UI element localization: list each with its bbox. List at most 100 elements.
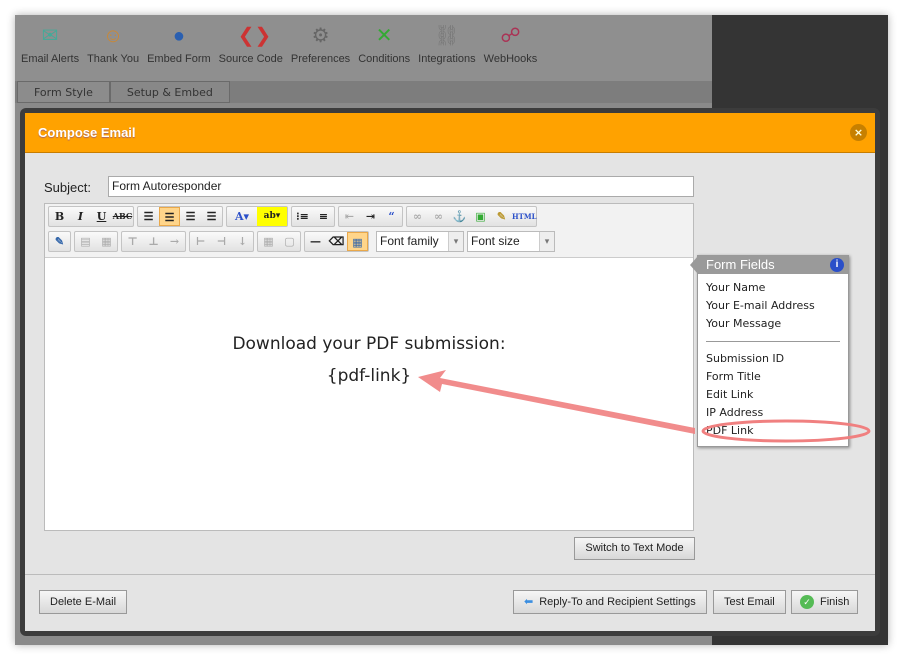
form-fields-title: Form Fields <box>706 257 775 272</box>
text-color-icon[interactable]: A▾ <box>227 207 257 226</box>
check-icon: ✓ <box>800 595 814 609</box>
insert-col-after-icon[interactable]: ⊣ <box>211 232 232 251</box>
form-field-item[interactable]: Your Name <box>698 279 848 297</box>
rich-text-editor: B I U ABC ☰ ☰ ☰ ☰ A▾ ab▾ ⁝≡ ≡ ⇤ ⇥ “ ∞ ∞ ⚓ ▣ ✎ HTML ✎ ▤ ▦… <box>44 203 694 531</box>
toolbar-email-alerts[interactable]: ✉ Email Alerts <box>17 15 83 81</box>
insert-col-before-icon[interactable]: ⊢ <box>190 232 211 251</box>
highlight-color-icon[interactable]: ab▾ <box>257 207 287 226</box>
globe-icon: ● <box>172 25 185 47</box>
form-fields-header: Form Fields i <box>690 256 848 274</box>
editor-content[interactable]: Download your PDF submission: {pdf-link} <box>45 257 693 530</box>
underline-icon[interactable]: U <box>91 207 112 226</box>
link-icon: ⛓ <box>434 25 460 47</box>
arrow-left-icon: ⬅ <box>524 596 534 608</box>
subject-label: Subject: <box>44 180 91 195</box>
align-center-icon[interactable]: ☰ <box>159 207 180 226</box>
toolbar-label: Thank You <box>87 53 140 65</box>
numbered-list-icon[interactable]: ≡ <box>313 207 334 226</box>
toolbar-label: Embed Form <box>147 53 211 65</box>
reply-label: Reply-To and Recipient Settings <box>539 596 696 608</box>
toolbar-embed-form[interactable]: ● Embed Form <box>143 15 215 81</box>
toolbar-preferences[interactable]: ⚙ Preferences <box>287 15 354 81</box>
finish-button[interactable]: ✓ Finish <box>791 590 859 614</box>
strikethrough-icon[interactable]: ABC <box>112 207 133 226</box>
tabs: Form Style Setup & Embed <box>15 81 712 103</box>
delete-label: Delete E-Mail <box>50 596 117 608</box>
form-field-item[interactable]: Your E-mail Address <box>698 297 848 315</box>
form-field-item[interactable]: Form Title <box>698 368 848 386</box>
toolbar-source-code[interactable]: ❮❯ Source Code <box>215 15 287 81</box>
form-field-item[interactable]: Edit Link <box>698 386 848 404</box>
form-field-item[interactable]: PDF Link <box>698 422 848 440</box>
form-field-item[interactable]: Submission ID <box>698 350 848 368</box>
html-icon[interactable]: HTML <box>512 207 537 226</box>
conditions-icon: ✕ <box>375 25 393 47</box>
toolbar-label: Source Code <box>218 53 283 65</box>
toolbar-webhooks[interactable]: ☍ WebHooks <box>480 15 542 81</box>
webhooks-icon: ☍ <box>500 25 521 47</box>
align-justify-icon[interactable]: ☰ <box>201 207 222 226</box>
merge-cells-icon[interactable]: ▢ <box>279 232 300 251</box>
top-toolbar: ✉ Email Alerts ☺ Thank You ● Embed Form ❮❯ Sour… <box>15 15 712 81</box>
align-left-icon[interactable]: ☰ <box>138 207 159 226</box>
indent-icon[interactable]: ⇥ <box>360 207 381 226</box>
tab-form-style[interactable]: Form Style <box>17 81 110 103</box>
switch-to-text-mode-button[interactable]: Switch to Text Mode <box>574 537 695 560</box>
divider <box>25 574 875 575</box>
bullet-list-icon[interactable]: ⁝≡ <box>292 207 313 226</box>
insert-row-before-icon[interactable]: ⊤ <box>122 232 143 251</box>
bold-icon[interactable]: B <box>49 207 70 226</box>
image-icon[interactable]: ▣ <box>470 207 491 226</box>
toolbar-thank-you[interactable]: ☺ Thank You <box>83 15 143 81</box>
form-field-item[interactable]: IP Address <box>698 404 848 422</box>
toolbar-integrations[interactable]: ⛓ Integrations <box>414 15 479 81</box>
body-line-2: {pdf-link} <box>326 366 412 386</box>
cell-props-icon[interactable]: ▦ <box>96 232 117 251</box>
email-alert-icon: ✉ <box>41 25 59 47</box>
test-email-button[interactable]: Test Email <box>713 590 786 614</box>
blockquote-icon[interactable]: “ <box>381 207 402 226</box>
font-size-select[interactable]: Font size <box>467 231 555 252</box>
test-label: Test Email <box>724 596 775 608</box>
toolbar-label: Conditions <box>358 53 411 65</box>
divider <box>706 341 840 342</box>
align-right-icon[interactable]: ☰ <box>180 207 201 226</box>
toolbar-conditions[interactable]: ✕ Conditions <box>354 15 414 81</box>
toolbar-label: Email Alerts <box>21 53 80 65</box>
insert-row-after-icon[interactable]: ⊥ <box>143 232 164 251</box>
italic-icon[interactable]: I <box>70 207 91 226</box>
cleanup-icon[interactable]: ✎ <box>491 207 512 226</box>
delete-col-icon[interactable]: ↓ <box>232 232 253 251</box>
row-props-icon[interactable]: ▤ <box>75 232 96 251</box>
unlink-icon[interactable]: ∞ <box>428 207 449 226</box>
tab-setup-embed[interactable]: Setup & Embed <box>109 81 230 103</box>
dialog-header: Compose Email × <box>25 113 875 153</box>
font-family-select[interactable]: Font family <box>376 231 464 252</box>
toolbar-label: Integrations <box>418 53 476 65</box>
form-fields-panel: Form Fields i Your Name Your E-mail Addres… <box>690 255 849 447</box>
delete-email-button[interactable]: Delete E-Mail <box>39 590 128 614</box>
table-icon[interactable]: ▦ <box>347 232 368 251</box>
editor-toolbar-row-2: ✎ ▤▦ ⊤⊥→ ⊢⊣↓ ▦▢ —⌫▦ Font family Font siz… <box>45 229 693 254</box>
link-icon[interactable]: ∞ <box>407 207 428 226</box>
body-line-1: Download your PDF submission: <box>232 334 506 354</box>
split-cells-icon[interactable]: ▦ <box>258 232 279 251</box>
reply-to-settings-button[interactable]: ⬅ Reply-To and Recipient Settings <box>513 590 707 614</box>
edit-table-icon[interactable]: ✎ <box>49 232 70 251</box>
source-code-icon: ❮❯ <box>237 25 272 47</box>
editor-toolbar-row-1: B I U ABC ☰ ☰ ☰ ☰ A▾ ab▾ ⁝≡ ≡ ⇤ ⇥ “ ∞ ∞ ⚓ ▣ ✎ HTML <box>45 204 693 229</box>
delete-row-icon[interactable]: → <box>164 232 185 251</box>
dialog-title: Compose Email <box>38 125 136 140</box>
subject-input[interactable]: Form Autoresponder <box>108 176 694 197</box>
finish-label: Finish <box>820 596 850 608</box>
thank-you-icon: ☺ <box>102 25 124 47</box>
anchor-icon[interactable]: ⚓ <box>449 207 470 226</box>
gear-icon: ⚙ <box>311 25 330 47</box>
close-icon[interactable]: × <box>850 124 867 141</box>
form-field-item[interactable]: Your Message <box>698 315 848 333</box>
info-icon[interactable]: i <box>830 258 844 272</box>
horizontal-rule-icon[interactable]: — <box>305 232 326 251</box>
toolbar-label: Preferences <box>290 53 351 65</box>
outdent-icon[interactable]: ⇤ <box>339 207 360 226</box>
eraser-icon[interactable]: ⌫ <box>326 232 347 251</box>
